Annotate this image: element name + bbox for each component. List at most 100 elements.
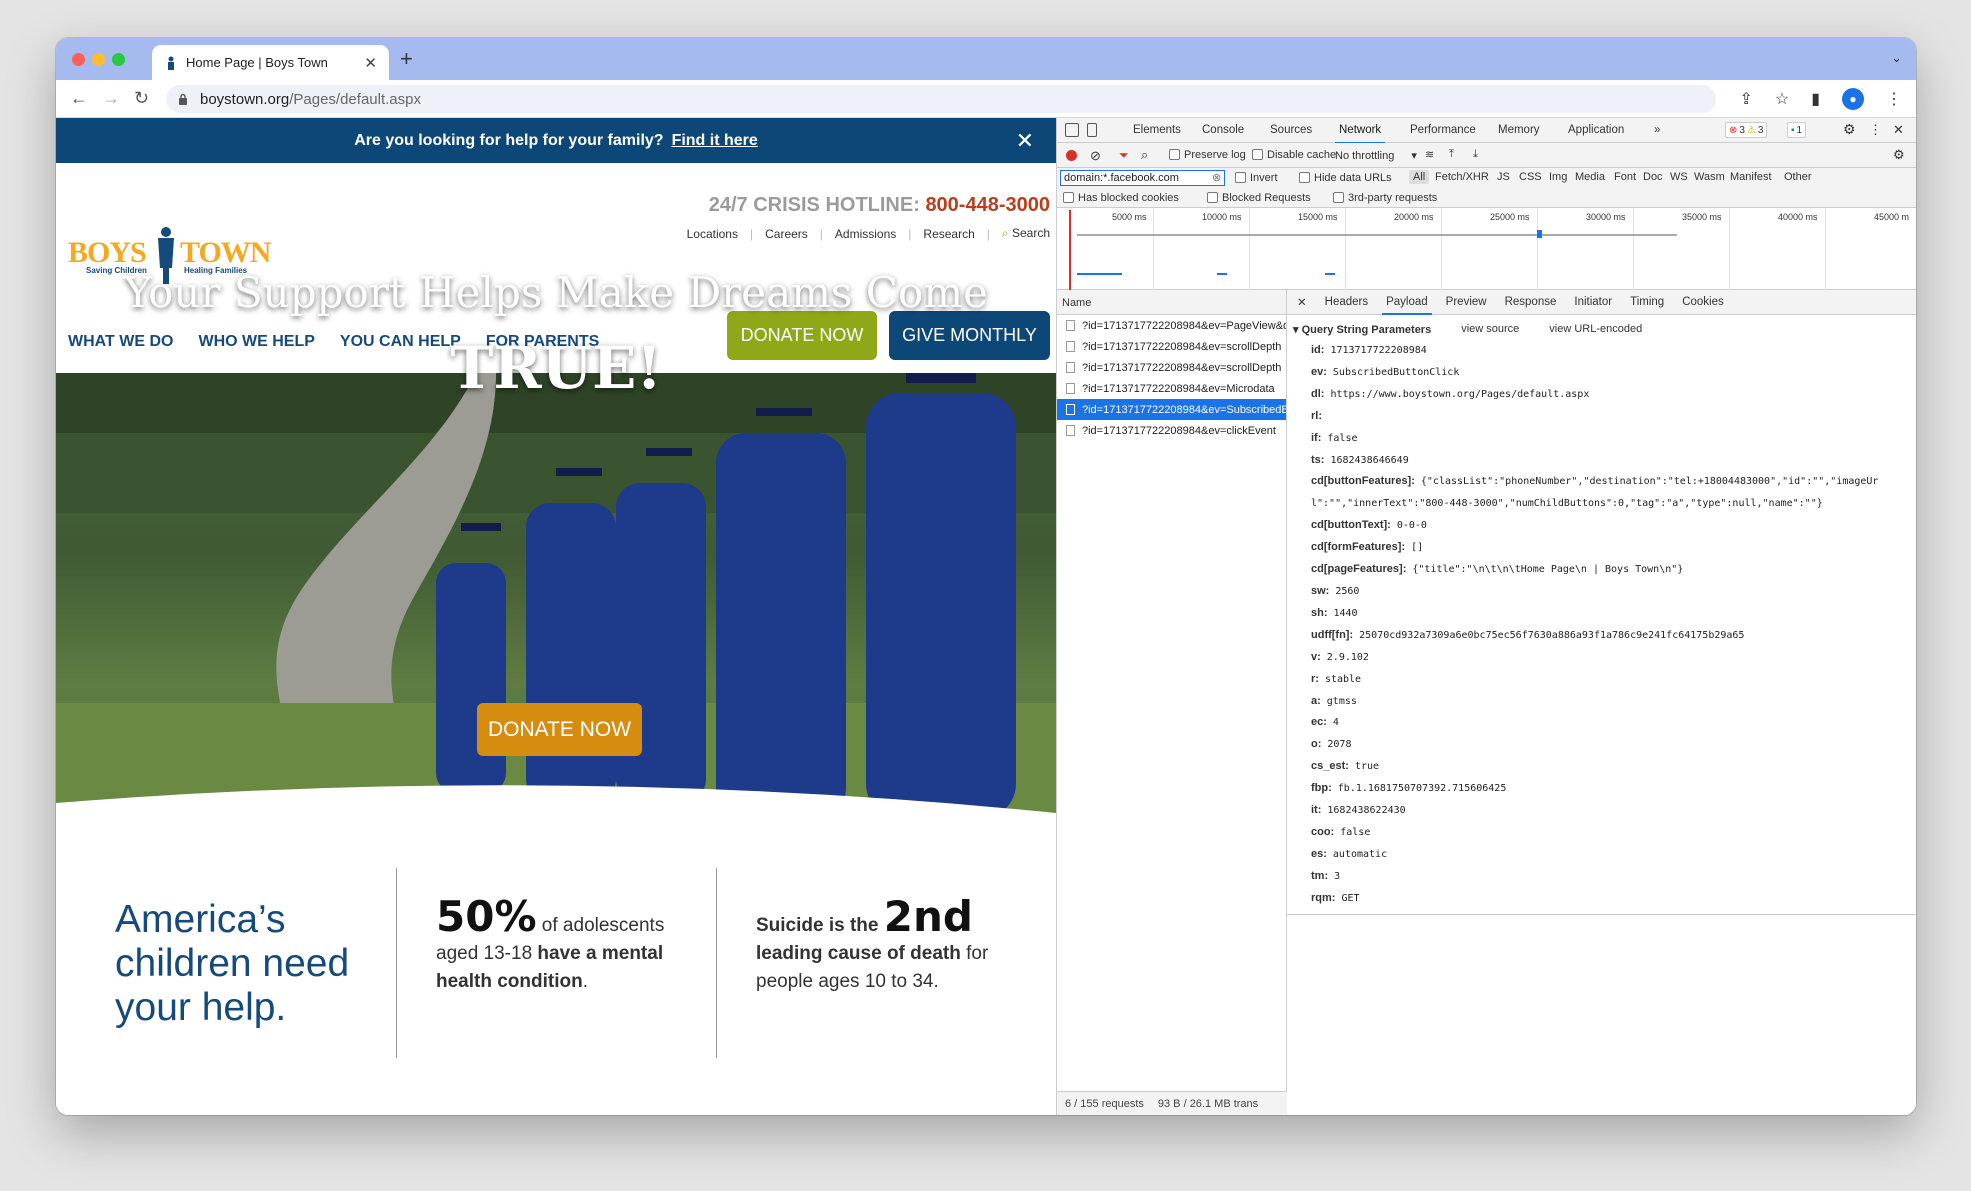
param-row: dl: https://www.boystown.org/Pages/defaul… bbox=[1311, 384, 1916, 406]
close-devtools-icon[interactable]: ✕ bbox=[1893, 122, 1904, 138]
type-other[interactable]: Other bbox=[1784, 171, 1812, 183]
view-url-encoded-link[interactable]: view URL-encoded bbox=[1549, 323, 1642, 336]
network-conditions-icon[interactable]: ≋ bbox=[1425, 148, 1434, 161]
close-tab-icon[interactable]: ✕ bbox=[364, 54, 377, 72]
find-it-here-link[interactable]: Find it here bbox=[672, 132, 758, 150]
preserve-log-checkbox[interactable]: Preserve log bbox=[1169, 149, 1246, 161]
type-wasm[interactable]: Wasm bbox=[1694, 171, 1725, 183]
device-toolbar-icon[interactable] bbox=[1087, 123, 1097, 137]
tab-application[interactable]: Application bbox=[1568, 124, 1624, 136]
param-key: o: bbox=[1311, 738, 1322, 751]
tab-memory[interactable]: Memory bbox=[1498, 124, 1540, 136]
request-row[interactable]: ?id=1713717722208984&ev=clickEvent bbox=[1057, 420, 1286, 441]
settings-gear-icon[interactable]: ⚙ bbox=[1843, 121, 1856, 138]
hide-data-urls-checkbox[interactable]: Hide data URLs bbox=[1299, 172, 1392, 184]
type-doc[interactable]: Doc bbox=[1643, 171, 1663, 183]
hotline-number-link[interactable]: 800-448-3000 bbox=[925, 194, 1050, 216]
import-har-icon[interactable]: ⤒ bbox=[1449, 148, 1454, 161]
profile-avatar-icon[interactable]: ● bbox=[1842, 88, 1864, 110]
param-key: ec: bbox=[1311, 716, 1327, 729]
type-media[interactable]: Media bbox=[1575, 171, 1605, 183]
bookmark-star-icon[interactable]: ☆ bbox=[1775, 89, 1789, 109]
export-har-icon[interactable]: ⤓ bbox=[1473, 148, 1478, 161]
type-all[interactable]: All bbox=[1409, 170, 1430, 184]
network-overview-timeline[interactable]: 5000 ms 10000 ms 15000 ms 20000 ms 25000… bbox=[1057, 208, 1916, 290]
type-css[interactable]: CSS bbox=[1519, 171, 1542, 183]
address-bar[interactable]: boystown.org/Pages/default.aspx bbox=[166, 85, 1716, 113]
file-icon bbox=[1066, 341, 1075, 352]
careers-link[interactable]: Careers bbox=[765, 227, 808, 241]
hero-donate-now-button[interactable]: DONATE NOW bbox=[477, 703, 642, 756]
disable-cache-checkbox[interactable]: Disable cache bbox=[1252, 149, 1336, 161]
request-row[interactable]: ?id=1713717722208984&ev=PageView&dl=http… bbox=[1057, 315, 1286, 336]
side-panel-icon[interactable]: ▮ bbox=[1811, 89, 1820, 109]
type-font[interactable]: Font bbox=[1614, 171, 1636, 183]
browser-toolbar: ← → ↻ boystown.org/Pages/default.aspx ⇪ … bbox=[56, 80, 1916, 118]
message-icon: ▪ bbox=[1791, 124, 1795, 136]
filter-icon[interactable]: ⏷ bbox=[1119, 148, 1129, 163]
reload-icon[interactable]: ↻ bbox=[134, 88, 149, 108]
tab-initiator[interactable]: Initiator bbox=[1574, 296, 1612, 308]
tab-console[interactable]: Console bbox=[1202, 124, 1244, 136]
request-row[interactable]: ?id=1713717722208984&ev=scrollDepth bbox=[1057, 336, 1286, 357]
query-string-header[interactable]: ▾ Query String Parameters view source vi… bbox=[1287, 315, 1916, 336]
tab-preview[interactable]: Preview bbox=[1446, 296, 1487, 308]
request-name: ?id=1713717722208984&ev=clickEvent bbox=[1082, 424, 1276, 437]
type-ws[interactable]: WS bbox=[1670, 171, 1688, 183]
view-source-link[interactable]: view source bbox=[1461, 323, 1519, 336]
browser-tab[interactable]: Home Page | Boys Town ✕ bbox=[152, 45, 389, 80]
name-column-header[interactable]: Name bbox=[1057, 290, 1286, 315]
request-row[interactable]: ?id=1713717722208984&ev=Microdata bbox=[1057, 378, 1286, 399]
record-icon[interactable] bbox=[1066, 150, 1077, 161]
issues-badge[interactable]: ⊗ 3 ⚠ 3 bbox=[1725, 122, 1768, 138]
clear-filter-icon[interactable]: ⊗ bbox=[1212, 171, 1221, 184]
filter-input[interactable]: domain:*.facebook.com bbox=[1060, 170, 1225, 186]
tab-performance[interactable]: Performance bbox=[1410, 124, 1476, 136]
tab-timing[interactable]: Timing bbox=[1630, 296, 1664, 308]
warning-count: 3 bbox=[1757, 124, 1764, 136]
close-detail-icon[interactable]: ✕ bbox=[1297, 295, 1307, 309]
search-icon[interactable]: ⌕ bbox=[1141, 147, 1148, 163]
search-link[interactable]: ⌕ Search bbox=[1002, 226, 1050, 241]
locations-link[interactable]: Locations bbox=[687, 227, 738, 241]
messages-badge[interactable]: ▪ 1 bbox=[1787, 122, 1807, 138]
type-img[interactable]: Img bbox=[1549, 171, 1567, 183]
new-tab-icon[interactable]: + bbox=[400, 48, 413, 70]
blocked-requests-checkbox[interactable]: Blocked Requests bbox=[1207, 192, 1311, 204]
param-key: it: bbox=[1311, 804, 1322, 817]
type-js[interactable]: JS bbox=[1497, 171, 1510, 183]
devtools-menu-icon[interactable]: ⋮ bbox=[1869, 122, 1882, 138]
banner-close-icon[interactable]: ✕ bbox=[1016, 128, 1034, 154]
tab-response[interactable]: Response bbox=[1505, 296, 1557, 308]
third-party-requests-checkbox[interactable]: 3rd-party requests bbox=[1333, 192, 1437, 204]
tab-payload[interactable]: Payload bbox=[1382, 296, 1432, 315]
network-settings-gear-icon[interactable]: ⚙ bbox=[1893, 147, 1905, 163]
more-tabs-icon[interactable]: » bbox=[1654, 124, 1660, 136]
clear-icon[interactable]: ⊘ bbox=[1090, 148, 1101, 164]
request-row[interactable]: ?id=1713717722208984&ev=scrollDepth bbox=[1057, 357, 1286, 378]
inspect-element-icon[interactable] bbox=[1065, 123, 1079, 137]
browser-menu-icon[interactable]: ⋮ bbox=[1886, 89, 1902, 109]
tab-headers[interactable]: Headers bbox=[1325, 296, 1368, 308]
close-window-button[interactable] bbox=[72, 53, 85, 66]
invert-checkbox[interactable]: Invert bbox=[1235, 172, 1278, 184]
has-blocked-cookies-checkbox[interactable]: Has blocked cookies bbox=[1063, 192, 1179, 204]
research-link[interactable]: Research bbox=[923, 227, 974, 241]
request-row-selected[interactable]: ?id=1713717722208984&ev=SubscribedButton… bbox=[1057, 399, 1286, 420]
minimize-window-button[interactable] bbox=[92, 53, 105, 66]
type-fetch-xhr[interactable]: Fetch/XHR bbox=[1435, 171, 1489, 183]
stat3-text-b: leading cause of death bbox=[756, 943, 961, 964]
tab-search-chevron-icon[interactable]: ⌄ bbox=[1891, 50, 1902, 66]
type-manifest[interactable]: Manifest bbox=[1730, 171, 1772, 183]
share-icon[interactable]: ⇪ bbox=[1739, 89, 1752, 109]
tab-elements[interactable]: Elements bbox=[1133, 124, 1181, 136]
error-icon: ⊗ bbox=[1729, 124, 1738, 136]
back-arrow-icon[interactable]: ← bbox=[70, 88, 88, 108]
tab-network[interactable]: Network bbox=[1334, 124, 1386, 144]
throttling-select[interactable]: No throttling ▾ bbox=[1335, 149, 1417, 162]
tab-cookies[interactable]: Cookies bbox=[1682, 296, 1724, 308]
tab-sources[interactable]: Sources bbox=[1270, 124, 1312, 136]
forward-arrow-icon[interactable]: → bbox=[102, 88, 120, 108]
zoom-window-button[interactable] bbox=[112, 53, 125, 66]
admissions-link[interactable]: Admissions bbox=[835, 227, 896, 241]
